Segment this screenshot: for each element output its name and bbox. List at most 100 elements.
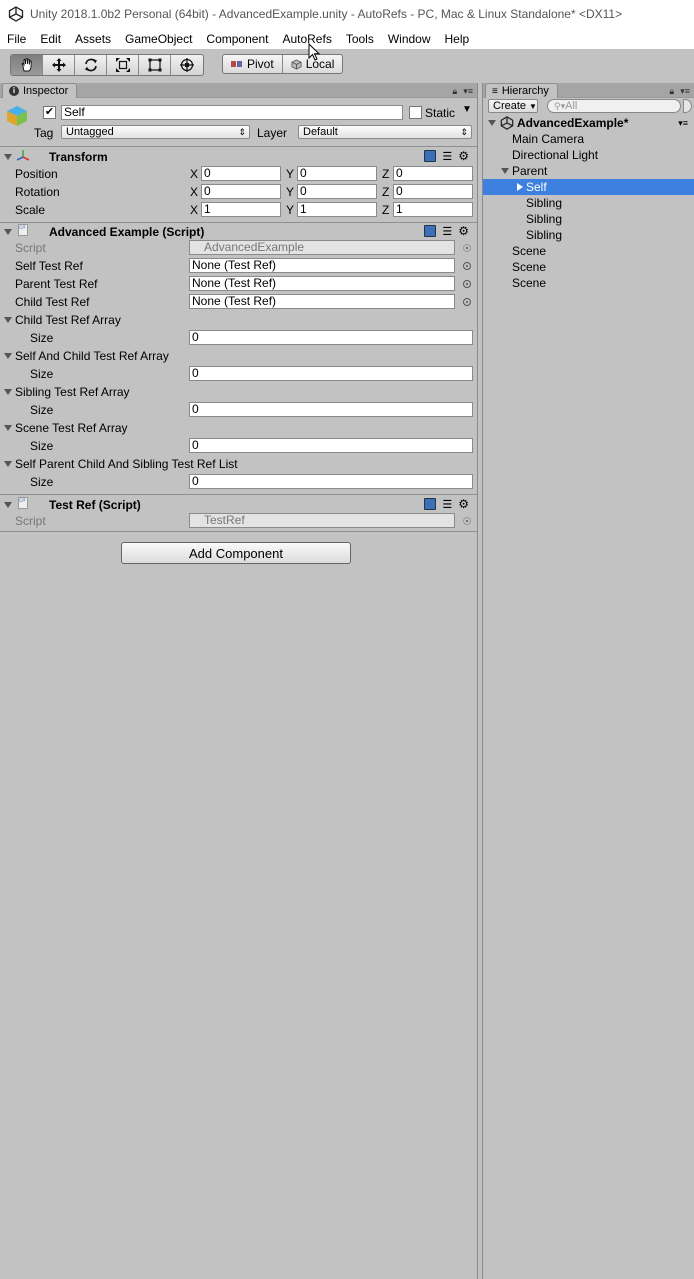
array-size-label: Size (30, 403, 54, 417)
rect-tool-button[interactable] (139, 55, 171, 75)
object-name-field[interactable]: Self (61, 105, 403, 120)
pivot-button[interactable]: Pivot (223, 55, 283, 73)
static-dropdown-icon[interactable]: ▼ (462, 104, 472, 115)
rotation-z-field[interactable]: 0 (393, 184, 473, 199)
lock-icon[interactable]: 🔒︎ (669, 86, 674, 97)
active-checkbox[interactable]: ✔ (43, 106, 56, 119)
hierarchy-item-scene[interactable]: Scene (483, 259, 694, 275)
array-foldout[interactable] (4, 425, 12, 431)
array-foldout[interactable] (4, 353, 12, 359)
self-test-ref-field[interactable]: None (Test Ref) (189, 258, 455, 273)
hierarchy-item-parent[interactable]: Parent (483, 163, 694, 179)
rotation-x-field[interactable]: 0 (201, 184, 281, 199)
child-test-ref-array-label[interactable]: Child Test Ref Array (15, 313, 121, 327)
hierarchy-item-sibling[interactable]: Sibling (483, 227, 694, 243)
axis-x-label[interactable]: X (190, 167, 198, 181)
add-component-button[interactable]: Add Component (121, 542, 351, 564)
scene-menu-icon[interactable]: ▾≡ (678, 115, 688, 131)
test-ref-foldout[interactable] (4, 502, 12, 508)
create-dropdown[interactable]: Create ▼ (488, 99, 538, 113)
menu-tools[interactable]: Tools (339, 32, 381, 46)
scale-z-field[interactable]: 1 (393, 202, 473, 217)
rotation-y-field[interactable]: 0 (297, 184, 377, 199)
menu-window[interactable]: Window (381, 32, 438, 46)
axis-z-label[interactable]: Z (382, 167, 389, 181)
self-foldout[interactable] (517, 183, 523, 191)
child-test-ref-field[interactable]: None (Test Ref) (189, 294, 455, 309)
menu-file[interactable]: File (0, 32, 33, 46)
help-book-icon[interactable] (424, 498, 437, 510)
gear-icon[interactable]: ⚙︎ (458, 224, 469, 238)
menu-component[interactable]: Component (199, 32, 275, 46)
hierarchy-item-main-camera[interactable]: Main Camera (483, 131, 694, 147)
array-size-field[interactable]: 0 (189, 366, 473, 381)
axis-x-label[interactable]: X (190, 203, 198, 217)
array-size-field[interactable]: 0 (189, 402, 473, 417)
array-foldout[interactable] (4, 389, 12, 395)
preset-sliders-icon[interactable]: ☰ (442, 150, 452, 163)
array-size-field[interactable]: 0 (189, 438, 473, 453)
self-parent-child-sibling-list-label[interactable]: Self Parent Child And Sibling Test Ref L… (15, 457, 238, 471)
inspector-tab[interactable]: i Inspector (2, 83, 78, 98)
hierarchy-tab[interactable]: ≡ Hierarchy (485, 83, 558, 98)
transform-tool-button[interactable] (171, 55, 203, 75)
axis-x-label[interactable]: X (190, 185, 198, 199)
menu-gameobject[interactable]: GameObject (118, 32, 199, 46)
array-size-field[interactable]: 0 (189, 330, 473, 345)
hierarchy-item-self[interactable]: Self (483, 179, 694, 195)
hierarchy-item-scene[interactable]: Scene (483, 243, 694, 259)
lock-icon[interactable]: 🔒︎ (452, 86, 457, 97)
menu-help[interactable]: Help (438, 32, 477, 46)
scale-x-field[interactable]: 1 (201, 202, 281, 217)
scene-root-item[interactable]: AdvancedExample* ▾≡ (483, 115, 694, 131)
pivot-icon (231, 61, 242, 67)
axis-z-label[interactable]: Z (382, 203, 389, 217)
rotate-tool-button[interactable] (75, 55, 107, 75)
gear-icon[interactable]: ⚙︎ (458, 149, 469, 163)
sibling-test-ref-array-label[interactable]: Sibling Test Ref Array (15, 385, 130, 399)
position-y-field[interactable]: 0 (297, 166, 377, 181)
object-picker-icon[interactable] (463, 298, 471, 306)
search-clear-button[interactable] (683, 99, 692, 113)
panel-menu-icon[interactable]: ▾≡ (680, 86, 690, 97)
position-x-field[interactable]: 0 (201, 166, 281, 181)
advanced-example-foldout[interactable] (4, 229, 12, 235)
menu-edit[interactable]: Edit (33, 32, 68, 46)
array-foldout[interactable] (4, 317, 12, 323)
preset-sliders-icon[interactable]: ☰ (442, 498, 452, 511)
layer-dropdown[interactable]: Default ⇕ (298, 125, 472, 139)
hierarchy-item-label: Scene (512, 276, 547, 290)
axis-z-label[interactable]: Z (382, 185, 389, 199)
position-z-field[interactable]: 0 (393, 166, 473, 181)
axis-y-label[interactable]: Y (286, 167, 294, 181)
array-foldout[interactable] (4, 461, 12, 467)
menu-assets[interactable]: Assets (68, 32, 118, 46)
hierarchy-item-scene[interactable]: Scene (483, 275, 694, 291)
self-and-child-test-ref-array-label[interactable]: Self And Child Test Ref Array (15, 349, 169, 363)
help-book-icon[interactable] (424, 150, 437, 162)
hierarchy-item-directional-light[interactable]: Directional Light (483, 147, 694, 163)
panel-menu-icon[interactable]: ▾≡ (463, 86, 473, 97)
tag-dropdown[interactable]: Untagged ⇕ (61, 125, 250, 139)
parent-foldout[interactable] (501, 168, 509, 174)
axis-y-label[interactable]: Y (286, 185, 294, 199)
gear-icon[interactable]: ⚙︎ (458, 497, 469, 511)
array-size-field[interactable]: 0 (189, 474, 473, 489)
scene-foldout[interactable] (488, 120, 496, 126)
axis-y-label[interactable]: Y (286, 203, 294, 217)
preset-sliders-icon[interactable]: ☰ (442, 225, 452, 238)
hand-tool-button[interactable] (11, 55, 43, 75)
scale-tool-button[interactable] (107, 55, 139, 75)
static-checkbox[interactable] (409, 106, 422, 119)
move-tool-button[interactable] (43, 55, 75, 75)
hierarchy-item-sibling[interactable]: Sibling (483, 195, 694, 211)
object-picker-icon[interactable] (463, 262, 471, 270)
hierarchy-search-field[interactable]: ⚲▾All (547, 99, 681, 113)
parent-test-ref-field[interactable]: None (Test Ref) (189, 276, 455, 291)
scene-test-ref-array-label[interactable]: Scene Test Ref Array (15, 421, 128, 435)
transform-foldout[interactable] (4, 154, 12, 160)
help-book-icon[interactable] (424, 225, 437, 237)
object-picker-icon[interactable] (463, 280, 471, 288)
scale-y-field[interactable]: 1 (297, 202, 377, 217)
hierarchy-item-sibling[interactable]: Sibling (483, 211, 694, 227)
